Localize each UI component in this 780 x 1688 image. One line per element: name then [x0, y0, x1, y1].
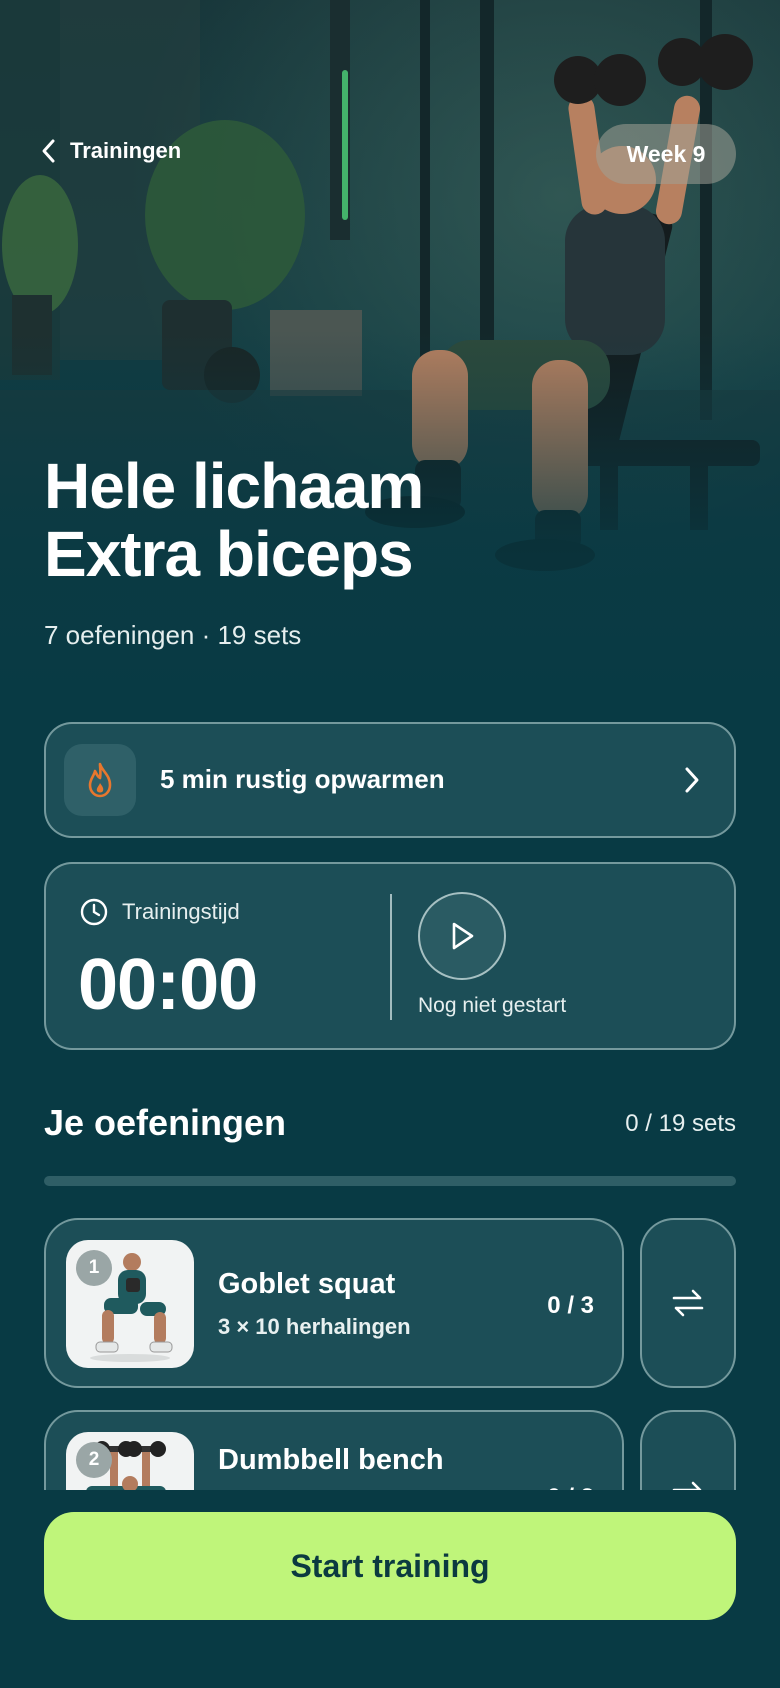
swap-arrows-icon: [672, 1289, 704, 1317]
timer-card: Trainingstijd 00:00 Nog niet gestart: [44, 862, 736, 1050]
week-badge[interactable]: Week 9: [596, 124, 736, 184]
swap-exercise-button[interactable]: [640, 1218, 736, 1388]
timer-divider: [390, 894, 392, 1020]
workout-summary: 7 oefeningen · 19 sets: [44, 620, 302, 650]
play-icon: [452, 922, 474, 950]
chevron-left-icon: [42, 139, 55, 163]
exercise-name-line1: Dumbbell bench: [218, 1444, 444, 1476]
exercise-card[interactable]: 1 Goblet squat 3 × 10 herhalingen 0 / 3: [44, 1218, 624, 1388]
play-button[interactable]: [418, 892, 506, 980]
sets-progress-bar: [44, 1176, 736, 1186]
exercise-reps: 3 × 10 herhalingen: [218, 1314, 411, 1339]
warmup-label: 5 min rustig opwarmen: [160, 764, 445, 794]
exercises-sets-count: 0 / 19 sets: [625, 1110, 736, 1137]
workout-title-line1: Hele lichaam: [44, 450, 424, 522]
timer-status: Nog niet gestart: [418, 994, 567, 1017]
back-label: Trainingen: [70, 138, 182, 163]
exercises-title: Je oefeningen: [44, 1102, 287, 1143]
timer-label: Trainingstijd: [122, 899, 240, 924]
back-button[interactable]: Trainingen: [40, 138, 181, 164]
exercise-name: Goblet squat: [218, 1268, 396, 1300]
timer-label-row: Trainingstijd: [80, 898, 240, 926]
workout-title-line2: Extra biceps: [44, 518, 414, 590]
workout-title: Hele lichaam Extra biceps: [44, 452, 564, 588]
chevron-right-icon: [685, 767, 699, 793]
exercise-number: 2: [76, 1442, 112, 1478]
exercise-progress: 0 / 3: [547, 1292, 594, 1319]
flame-icon: [88, 762, 112, 798]
hero-image: [0, 0, 780, 700]
clock-icon: [80, 898, 108, 926]
exercise-number: 1: [76, 1250, 112, 1286]
exercise-thumbnail: 1: [66, 1240, 194, 1368]
timer-value: 00:00: [78, 945, 258, 1025]
warmup-icon-box: [64, 744, 136, 816]
warmup-card[interactable]: 5 min rustig opwarmen: [44, 722, 736, 838]
start-training-button[interactable]: Start training: [44, 1512, 736, 1620]
